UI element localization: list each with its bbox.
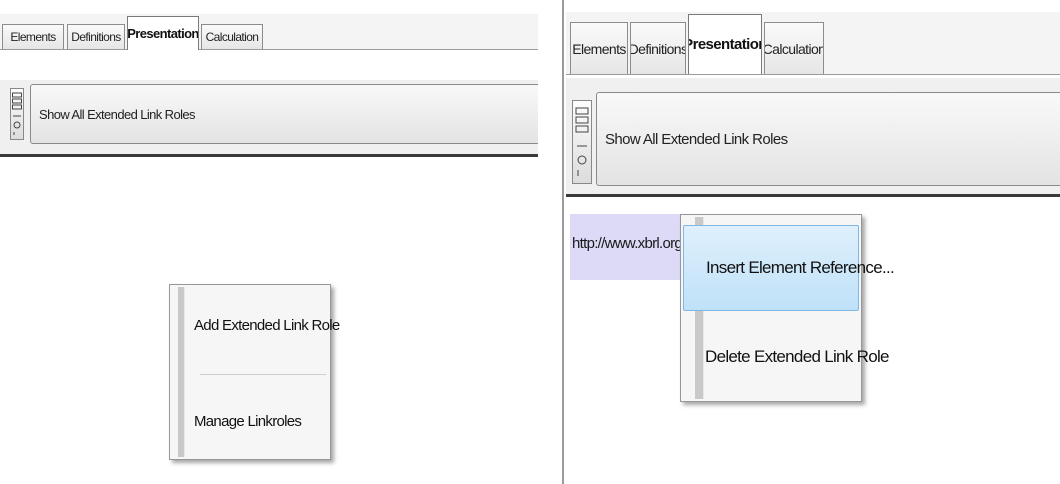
left-panel: Elements Definitions Presentation Calcul… [0, 0, 538, 484]
link-role-filter-dropdown[interactable]: Show All Extended Link Roles [596, 92, 1060, 186]
tab-definitions[interactable]: Definitions [630, 22, 686, 74]
delete-extended-link-role-menu-item[interactable]: Delete Extended Link Role [705, 327, 889, 387]
divider [562, 0, 564, 484]
tab-elements[interactable]: Elements [2, 24, 64, 49]
right-panel: Elements Definitions Presentation Calcul… [566, 0, 1060, 484]
grid-view-button[interactable] [572, 100, 592, 184]
tab-bar: Elements Definitions Presentation Calcul… [0, 14, 538, 50]
link-role-filter-dropdown[interactable]: Show All Extended Link Roles [30, 84, 538, 144]
link-role-toolbar: Show All Extended Link Roles [0, 80, 538, 157]
grid-icon [575, 107, 589, 176]
tab-elements[interactable]: Elements [570, 22, 628, 74]
manage-linkroles-menu-item[interactable]: Manage Linkroles [194, 401, 302, 441]
link-role-toolbar: Show All Extended Link Roles [566, 78, 1060, 197]
tab-calculation[interactable]: Calculation [201, 24, 263, 49]
context-menu: Add Extended Link Role Manage Linkroles [169, 284, 340, 460]
add-extended-link-role-menu-item[interactable]: Add Extended Link Role [194, 305, 340, 345]
tab-presentation[interactable]: Presentation [127, 16, 199, 50]
grid-view-button[interactable] [10, 88, 24, 140]
grid-icon [12, 92, 22, 135]
tab-presentation[interactable]: Presentation [688, 14, 762, 74]
tab-bar: Elements Definitions Presentation Calcul… [566, 12, 1060, 75]
tab-calculation[interactable]: Calculation [764, 22, 824, 74]
menu-separator [200, 374, 326, 375]
tab-definitions[interactable]: Definitions [67, 24, 125, 49]
context-menu: Insert Element Reference... Delete Exten… [680, 214, 895, 402]
menu-gutter [178, 287, 185, 457]
insert-element-reference-menu-item[interactable]: Insert Element Reference... [683, 225, 895, 311]
